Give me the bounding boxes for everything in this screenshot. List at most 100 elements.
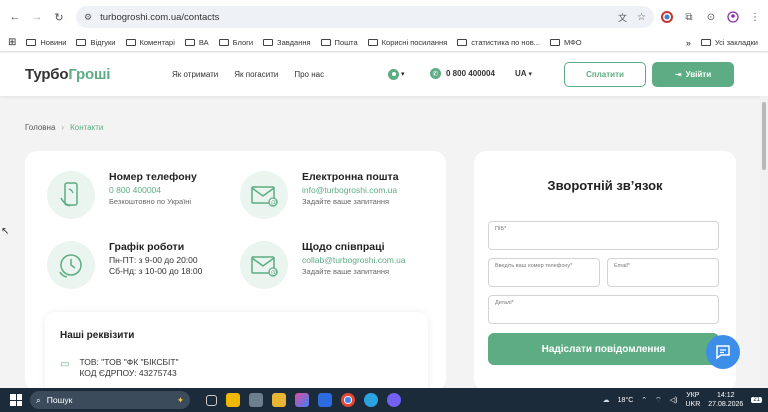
back-icon[interactable]: ← [6,8,24,26]
chevron-down-icon: ▾ [528,71,533,78]
eye-icon [388,68,399,80]
bookmark-comments[interactable]: Коментарі [125,38,175,47]
bookmark-useful-links[interactable]: Корисні посилання [367,38,447,47]
volume-icon[interactable]: ◁) [670,396,678,404]
task-view-icon[interactable] [206,394,217,406]
contact-phone-link[interactable]: 0 800 400004 [109,185,197,196]
email-icon: @ [240,241,288,289]
windows-start-icon[interactable] [10,394,22,406]
chat-icon [716,345,730,360]
main-nav: Як отримати Як погасити Про нас [172,70,324,79]
feedback-card: Зворотній зв’язок ПІБ* Введіть ваш номер… [474,151,736,391]
copilot-icon[interactable] [295,393,309,407]
notes-icon[interactable] [318,393,332,407]
contact-phone-title: Номер телефону [109,171,197,183]
folder-icon [457,39,468,46]
bookmark-mail[interactable]: Пошта [320,38,358,47]
calculator-icon[interactable] [249,393,263,407]
bookmark-star-icon[interactable]: ☆ [637,12,646,23]
mouse-cursor-icon: ↖ [1,226,10,237]
contacts-card: Номер телефону 0 800 400004 Безкоштовно … [25,151,446,402]
bookmark-va[interactable]: ВА [184,38,209,47]
telegram-icon[interactable] [364,393,378,407]
bookmark-reviews[interactable]: Відгуки [76,38,116,47]
svg-text:@: @ [271,269,277,276]
pay-button[interactable]: Сплатити [564,62,646,87]
logo[interactable]: ТурбоГроші [25,66,110,83]
forward-icon[interactable]: → [28,8,46,26]
folder-icon [218,39,229,46]
bookmark-blogs[interactable]: Блоги [218,38,253,47]
menu-icon[interactable]: ⋮ [748,10,762,24]
url-text: turbogroshi.com.ua/contacts [100,11,220,23]
more-bookmarks-icon[interactable]: » [686,38,691,48]
breadcrumb-home[interactable]: Головна [25,123,55,132]
folder-icon [700,39,711,46]
login-button[interactable]: ⇥ Увійти [652,62,734,87]
taskbar: ⌕ Пошук ✦ ☁ 18°C ⌃ ⌔ ◁) УКР UKR 14:12 27.0… [0,388,768,412]
submit-button[interactable]: Надіслати повідомлення [488,333,719,365]
profile-icon[interactable] [726,10,740,24]
reload-icon[interactable]: ↻ [50,8,68,26]
contact-email-title: Електронна пошта [302,171,399,183]
weather-temp[interactable]: 18°C [618,397,634,404]
details-field[interactable]: Деталі* [488,295,719,324]
folder-icon [76,39,87,46]
file-explorer-icon[interactable] [272,393,286,407]
phone-icon: ✆ [430,68,441,79]
feedback-title: Зворотній зв’язок [547,178,663,193]
document-icon: ▭ [60,359,70,370]
nav-how-to-repay[interactable]: Як погасити [234,70,278,79]
taskbar-search[interactable]: ⌕ Пошук ✦ [30,391,190,409]
name-field[interactable]: ПІБ* [488,221,719,250]
language-indicator[interactable]: УКР UKR [685,391,700,409]
address-bar[interactable]: ⚙ turbogroshi.com.ua/contacts 文 ☆ [76,6,654,28]
store-icon[interactable] [226,393,240,407]
chrome-icon[interactable] [341,393,355,407]
bookmark-news[interactable]: Новини [26,38,66,47]
apps-grid-icon[interactable]: ⊞ [8,37,16,48]
contact-email: @ Електронна пошта info@turbogroshi.com.… [240,171,399,219]
contact-partnership-link[interactable]: collab@turbogroshi.com.ua [302,255,406,266]
contact-phone-note: Безкоштовно по Україні [109,197,192,206]
all-bookmarks[interactable]: Усі закладки [700,38,758,47]
clock[interactable]: 14:12 27.08.2026 [708,391,743,409]
folder-icon [125,39,136,46]
accessibility-dropdown[interactable]: ▾ [388,68,412,80]
contact-email-link[interactable]: info@turbogroshi.com.ua [302,185,399,196]
bookmark-stats[interactable]: статистика по нов... [457,38,540,47]
nav-about[interactable]: Про нас [294,70,324,79]
contact-phone: Номер телефону 0 800 400004 Безкоштовно … [47,171,197,219]
search-highlight-icon: ✦ [176,394,184,405]
notification-icon[interactable]: 21 [751,397,762,403]
network-icon[interactable]: ⌔ [655,396,662,405]
folder-icon [549,39,560,46]
chat-widget-button[interactable] [706,335,740,369]
schedule-weekdays: Пн-ПТ: з 9-00 до 20:00 [109,255,198,265]
page-scrollbar[interactable] [760,96,768,386]
tray-expand-icon[interactable]: ⌃ [641,396,647,404]
search-icon: ⌕ [36,394,41,405]
schedule-weekend: Сб-Нд: з 10-00 до 18:00 [109,266,203,276]
translate-icon[interactable]: 文 [618,11,627,24]
header-phone[interactable]: ✆ 0 800 400004 [430,68,495,79]
email-icon: @ [240,171,288,219]
language-select[interactable]: UA ▾ [515,69,532,78]
sync-icon[interactable]: ⊙ [704,10,718,24]
folder-icon [367,39,378,46]
extension-color-icon[interactable] [660,10,674,24]
scrollbar-thumb[interactable] [762,102,766,170]
email-field[interactable]: Email* [607,258,719,287]
svg-text:@: @ [271,199,277,206]
bookmark-mfo[interactable]: МФО [549,38,582,47]
bookmark-tasks[interactable]: Завдання [263,38,311,47]
viber-icon[interactable] [387,393,401,407]
chevron-down-icon: ▾ [401,71,405,78]
browser-toolbar: ← → ↻ ⚙ turbogroshi.com.ua/contacts 文 ☆ … [0,0,768,34]
extensions-icon[interactable]: ⧉ [682,10,696,24]
contact-schedule: Графік роботи Пн-ПТ: з 9-00 до 20:00 Сб-… [47,241,202,289]
site-info-icon[interactable]: ⚙ [84,12,92,23]
phone-field[interactable]: Введіть ваш номер телефону* [488,258,600,287]
nav-how-to-get[interactable]: Як отримати [172,70,218,79]
system-tray: ☁ 18°C ⌃ ⌔ ◁) УКР UKR 14:12 27.08.2026 21 [603,388,762,412]
